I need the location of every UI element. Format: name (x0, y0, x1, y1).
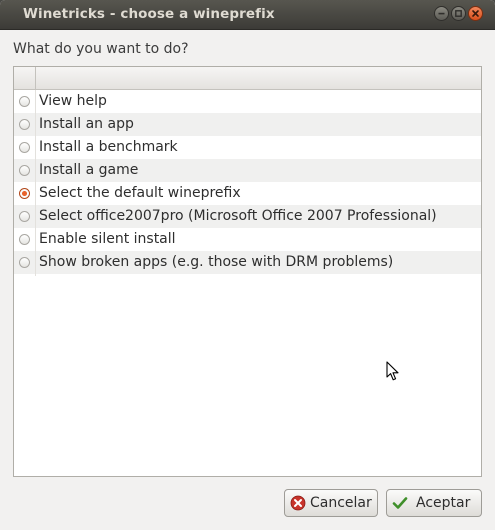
option-label: Select the default wineprefix (39, 185, 241, 201)
option-label: View help (39, 93, 107, 109)
maximize-button[interactable] (451, 6, 466, 21)
accept-button[interactable]: Aceptar (386, 489, 482, 517)
column-header-radio[interactable] (14, 67, 36, 89)
maximize-icon (455, 10, 462, 17)
option-radio[interactable] (19, 96, 30, 107)
minimize-button[interactable] (434, 6, 449, 21)
close-icon (472, 10, 479, 17)
column-divider (35, 90, 36, 276)
option-label: Select office2007pro (Microsoft Office 2… (39, 208, 437, 224)
list-header (14, 67, 481, 90)
option-label: Enable silent install (39, 231, 176, 247)
prompt-question: What do you want to do? (13, 41, 189, 57)
cancel-label: Cancelar (310, 495, 372, 511)
options-list: View help Install an app Install a bench… (13, 66, 482, 477)
option-row-select-default-wineprefix[interactable]: Select the default wineprefix (14, 182, 481, 205)
option-row-install-benchmark[interactable]: Install a benchmark (14, 136, 481, 159)
option-row-view-help[interactable]: View help (14, 90, 481, 113)
winetricks-dialog: Winetricks - choose a wineprefix What do… (0, 0, 495, 530)
option-radio[interactable] (19, 234, 30, 245)
checkmark-icon (392, 497, 408, 509)
option-radio[interactable] (19, 257, 30, 268)
cancel-button[interactable]: Cancelar (284, 489, 378, 517)
window-title: Winetricks - choose a wineprefix (23, 6, 275, 22)
option-radio[interactable] (19, 119, 30, 130)
option-label: Install an app (39, 116, 134, 132)
column-header-option[interactable] (36, 67, 481, 89)
option-row-install-app[interactable]: Install an app (14, 113, 481, 136)
minimize-icon (438, 12, 445, 15)
option-row-install-game[interactable]: Install a game (14, 159, 481, 182)
option-label: Install a game (39, 162, 139, 178)
title-bar[interactable]: Winetricks - choose a wineprefix (0, 0, 495, 30)
option-radio-selected[interactable] (19, 188, 30, 199)
option-radio[interactable] (19, 211, 30, 222)
option-row-select-office2007pro[interactable]: Select office2007pro (Microsoft Office 2… (14, 205, 481, 228)
option-label: Install a benchmark (39, 139, 178, 155)
option-row-show-broken-apps[interactable]: Show broken apps (e.g. those with DRM pr… (14, 251, 481, 274)
accept-label: Aceptar (416, 495, 471, 511)
option-radio[interactable] (19, 165, 30, 176)
option-row-enable-silent-install[interactable]: Enable silent install (14, 228, 481, 251)
option-radio[interactable] (19, 142, 30, 153)
cancel-x-icon (290, 495, 306, 511)
option-label: Show broken apps (e.g. those with DRM pr… (39, 254, 394, 270)
mouse-pointer-icon (386, 361, 399, 381)
close-button[interactable] (468, 6, 483, 21)
